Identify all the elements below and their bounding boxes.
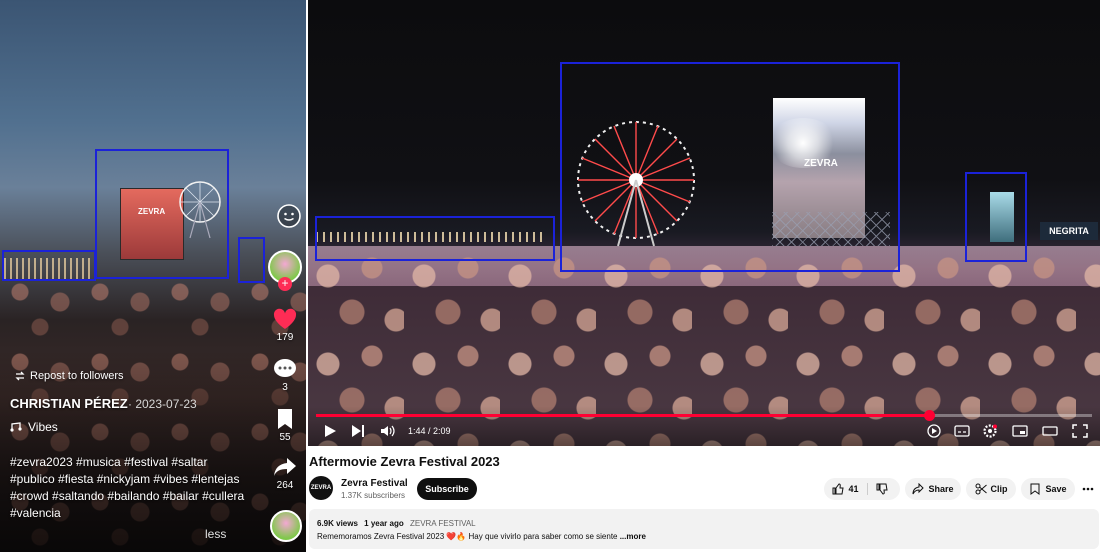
miniplayer-icon[interactable] xyxy=(1012,424,1028,438)
more-link[interactable]: ...more xyxy=(617,532,646,541)
share-icon xyxy=(912,483,925,495)
annotation-box-tower xyxy=(965,172,1027,262)
repost-icon xyxy=(15,371,25,381)
sound-link[interactable]: Vibes xyxy=(10,420,58,434)
progress-scrubber[interactable] xyxy=(924,410,935,421)
effects-button[interactable] xyxy=(270,203,306,229)
annotation-box-lights xyxy=(2,250,96,281)
annotation-box-tower xyxy=(238,237,265,283)
save-label: Save xyxy=(1045,484,1067,494)
repost-text: Repost to followers xyxy=(30,370,124,382)
more-actions-button[interactable] xyxy=(1080,478,1100,500)
autoplay-toggle-icon[interactable] xyxy=(926,424,942,438)
annotation-box-lights xyxy=(315,216,555,261)
view-count: 6.9K views xyxy=(317,519,358,528)
thumbs-up-icon xyxy=(832,483,845,495)
next-icon[interactable] xyxy=(350,424,366,438)
share-count: 264 xyxy=(276,480,294,491)
time-display: 1:44 / 2:09 xyxy=(408,426,451,436)
subscriber-count: 1.37K subscribers xyxy=(341,491,406,500)
volume-icon[interactable] xyxy=(380,424,396,438)
comment-count: 3 xyxy=(282,382,288,393)
follow-plus-icon[interactable]: + xyxy=(278,277,292,291)
save-count: 55 xyxy=(279,432,291,443)
like-button[interactable]: 41 xyxy=(832,483,868,495)
annotation-box-stage xyxy=(95,149,229,279)
repost-label[interactable]: Repost to followers xyxy=(14,370,124,382)
settings-gear-icon[interactable] xyxy=(982,424,998,438)
scissors-icon xyxy=(975,483,987,495)
more-horizontal-icon xyxy=(1082,487,1094,491)
play-icon[interactable] xyxy=(322,424,338,438)
hashtags-caption[interactable]: #zevra2023 #musica #festival #saltar #pu… xyxy=(10,454,248,522)
post-date: · 2023-07-23 xyxy=(128,397,197,411)
thumbs-down-icon xyxy=(876,483,888,495)
channel-tag[interactable]: ZEVRA FESTIVAL xyxy=(410,519,476,528)
comment-button[interactable]: 3 xyxy=(266,358,304,393)
dislike-button[interactable] xyxy=(868,483,892,495)
youtube-video-player[interactable]: ZEVRA NEGRITA 1:44 / 2:09 xyxy=(308,0,1100,446)
music-icon xyxy=(10,422,22,432)
subscribe-button[interactable]: Subscribe xyxy=(417,478,477,500)
theater-mode-icon[interactable] xyxy=(1042,424,1058,438)
sound-disc-avatar xyxy=(270,510,302,542)
save-button[interactable]: 55 xyxy=(266,408,304,443)
like-dislike-group: 41 xyxy=(824,478,900,500)
channel-name[interactable]: Zevra Festival xyxy=(341,478,408,489)
subtitles-icon[interactable] xyxy=(954,424,970,438)
share-button[interactable]: 264 xyxy=(266,456,304,491)
sponsor-sign: NEGRITA xyxy=(1040,222,1098,240)
sound-name: Vibes xyxy=(28,420,58,434)
description-text-line: Rememoramos Zevra Festival 2023 ❤️🔥 Hay … xyxy=(317,532,646,541)
smiley-icon xyxy=(277,204,301,228)
like-button[interactable]: 179 xyxy=(266,308,304,343)
channel-avatar[interactable]: ZEVRA xyxy=(309,476,333,500)
description-box[interactable] xyxy=(309,509,1099,549)
share-arrow-icon xyxy=(274,458,296,476)
fullscreen-icon[interactable] xyxy=(1072,424,1088,438)
video-title: Aftermovie Zevra Festival 2023 xyxy=(309,454,500,469)
share-label: Share xyxy=(928,484,954,494)
video-meta: 6.9K views 1 year ago ZEVRA FESTIVAL xyxy=(317,519,476,528)
bookmark-icon xyxy=(278,409,292,429)
clip-button[interactable]: Clip xyxy=(966,478,1016,500)
save-button[interactable]: Save xyxy=(1021,478,1075,500)
share-button[interactable]: Share xyxy=(905,478,961,500)
like-count: 41 xyxy=(848,484,859,494)
upload-age: 1 year ago xyxy=(364,519,404,528)
annotation-box-wheel-stage xyxy=(560,62,900,272)
clip-label: Clip xyxy=(990,484,1008,494)
author-name[interactable]: CHRISTIAN PÉREZ xyxy=(10,396,128,411)
comment-icon xyxy=(274,359,296,377)
less-toggle[interactable]: less xyxy=(205,527,226,541)
like-count: 179 xyxy=(276,332,294,343)
tiktok-video-panel[interactable]: ZEVRA Repost to followers CHRISTIAN PÉRE… xyxy=(0,0,306,552)
creator-avatar-follow[interactable]: + xyxy=(266,250,304,291)
save-playlist-icon xyxy=(1030,483,1040,495)
progress-played xyxy=(316,414,929,417)
description-text: Rememoramos Zevra Festival 2023 ❤️🔥 Hay … xyxy=(317,532,618,541)
heart-icon xyxy=(273,308,297,329)
sound-disc[interactable] xyxy=(267,510,305,542)
